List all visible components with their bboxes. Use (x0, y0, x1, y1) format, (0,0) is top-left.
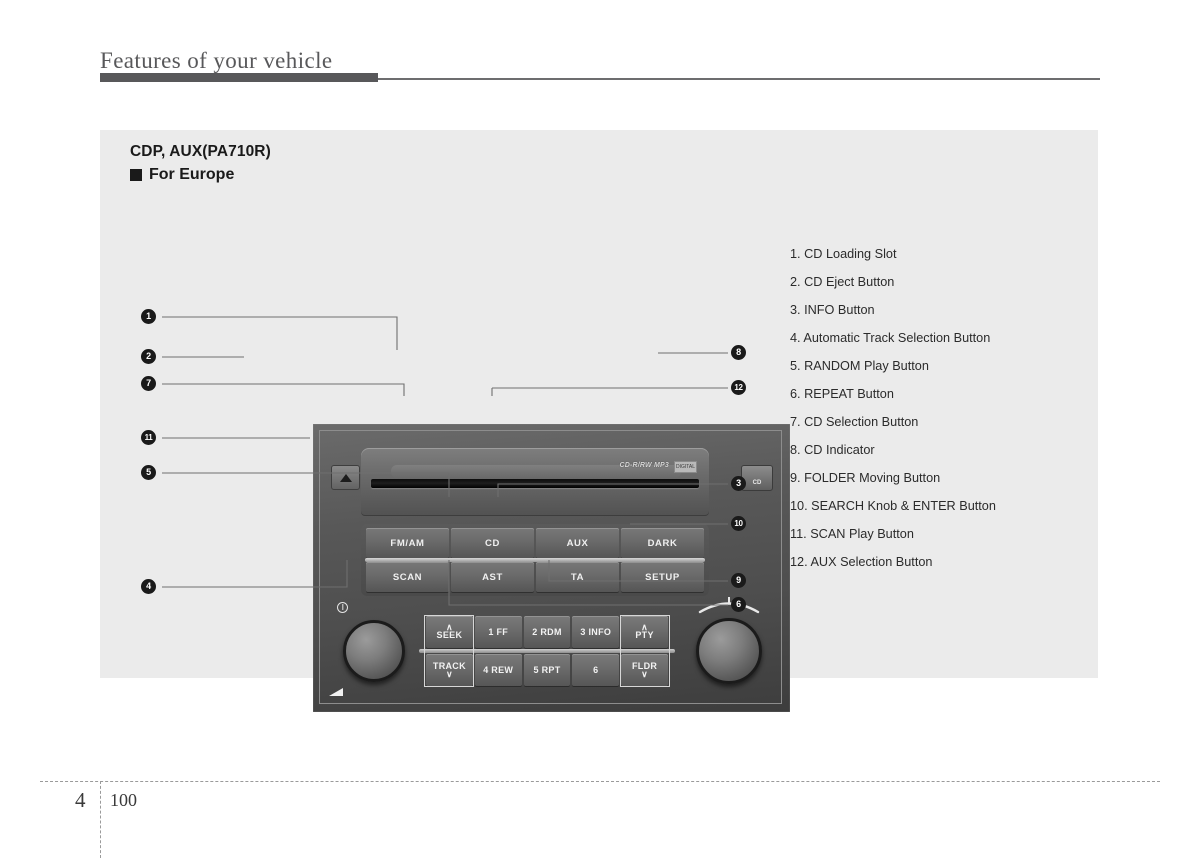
callout-marker-1: 1 (141, 309, 156, 324)
filled-square-bullet-icon (130, 169, 142, 181)
callout-marker-8: 8 (731, 345, 746, 360)
fm-am-button[interactable]: FM/AM (366, 528, 449, 558)
setup-button[interactable]: SETUP (621, 562, 704, 592)
callout-marker-4: 4 (141, 579, 156, 594)
preset-button-block: ∧ SEEK 1 FF 2 RDM 3 INFO ∧ PTY TRACK ∨ 4… (419, 615, 675, 688)
dark-button[interactable]: DARK (621, 528, 704, 558)
cd-media-format-label: CD-R/RW MP3 (619, 462, 669, 469)
section-title: CDP, AUX(PA710R) (130, 143, 271, 160)
volume-power-knob[interactable] (343, 620, 405, 682)
content-panel: CDP, AUX(PA710R) For Europe 1. CD Loadin… (100, 130, 1098, 712)
legend-item: 8. CD Indicator (790, 443, 875, 457)
subsection-heading: For Europe (130, 166, 234, 184)
preset-5-repeat-button[interactable]: 5 RPT (523, 654, 571, 686)
scan-play-button[interactable]: SCAN (366, 562, 449, 592)
source-button-row-bottom: SCAN AST TA SETUP (365, 562, 705, 592)
chapter-number: 4 (75, 788, 86, 812)
power-icon (337, 602, 348, 613)
legend-item: 10. SEARCH Knob & ENTER Button (790, 499, 996, 513)
preset-row-top: ∧ SEEK 1 FF 2 RDM 3 INFO ∧ PTY (425, 616, 669, 648)
legend-item: 12. AUX Selection Button (790, 555, 933, 569)
source-button-row-top: FM/AM CD AUX DARK (365, 528, 705, 558)
preset-1-ff-button[interactable]: 1 FF (474, 616, 522, 648)
cd-deck-bezel: CD-R/RW MP3 DIGITAL AUDIO (361, 448, 709, 516)
preset-block-divider (419, 649, 675, 653)
ta-button[interactable]: TA (536, 562, 619, 592)
cd-eject-button[interactable] (331, 465, 360, 490)
callout-marker-10: 10 (731, 516, 746, 531)
callout-marker-9: 9 (731, 573, 746, 588)
subsection-title: For Europe (149, 166, 235, 183)
footer-crop-rule-vertical (100, 781, 101, 858)
callout-marker-12: 12 (731, 380, 746, 395)
source-button-bank: FM/AM CD AUX DARK SCAN AST TA SETUP (361, 524, 709, 596)
legend-item: 11. SCAN Play Button (790, 527, 914, 541)
callout-marker-3: 3 (731, 476, 746, 491)
legend-item: 5. RANDOM Play Button (790, 359, 929, 373)
legend-item: 9. FOLDER Moving Button (790, 471, 941, 485)
ast-button[interactable]: AST (451, 562, 534, 592)
legend-item: 7. CD Selection Button (790, 415, 919, 429)
preset-4-rew-button[interactable]: 4 REW (474, 654, 522, 686)
legend-item: 3. INFO Button (790, 303, 875, 317)
page-header: Features of your vehicle (0, 0, 1200, 100)
callout-marker-7: 7 (141, 376, 156, 391)
preset-6-button[interactable]: 6 (572, 654, 620, 686)
preset-2-random-button[interactable]: 2 RDM (523, 616, 571, 648)
cd-selection-button[interactable]: CD (451, 528, 534, 558)
callout-marker-2: 2 (141, 349, 156, 364)
eject-triangle-icon (339, 473, 352, 482)
search-enter-knob[interactable] (696, 618, 762, 684)
preset-3-info-button[interactable]: 3 INFO (572, 616, 620, 648)
page-number: 100 (110, 790, 137, 810)
legend-list: 1. CD Loading Slot 2. CD Eject Button 3.… (790, 240, 1090, 576)
cd-loading-slot[interactable] (371, 479, 699, 488)
pty-button[interactable]: ∧ PTY (621, 616, 668, 648)
seek-up-button[interactable]: ∧ SEEK (426, 616, 473, 648)
legend-item: 2. CD Eject Button (790, 275, 895, 289)
aux-selection-button[interactable]: AUX (536, 528, 619, 558)
rotary-arc-icon (698, 597, 760, 614)
page-title: Features of your vehicle (100, 48, 333, 73)
header-accent-bar (100, 73, 378, 82)
cd-indicator: CD (741, 465, 773, 491)
footer-crop-rule-horizontal (40, 781, 1160, 782)
preset-row-bottom: TRACK ∨ 4 REW 5 RPT 6 FLDR ∨ (425, 654, 669, 686)
callout-marker-11: 11 (141, 430, 156, 445)
chevron-down-icon: ∨ (445, 669, 453, 679)
car-audio-head-unit: CD-R/RW MP3 DIGITAL AUDIO CD FM/AM CD AU… (313, 424, 790, 712)
legend-item: 1. CD Loading Slot (790, 247, 897, 261)
seek-label: SEEK (436, 630, 463, 640)
legend-item: 4. Automatic Track Selection Button (790, 331, 991, 345)
volume-triangle-icon (329, 688, 343, 696)
callout-marker-5: 5 (141, 465, 156, 480)
pty-label: PTY (635, 630, 654, 640)
header-rule (378, 78, 1100, 80)
radio-illustration: CD-R/RW MP3 DIGITAL AUDIO CD FM/AM CD AU… (213, 290, 793, 712)
folder-moving-button[interactable]: FLDR ∨ (621, 654, 668, 686)
legend-item: 6. REPEAT Button (790, 387, 894, 401)
track-down-button[interactable]: TRACK ∨ (426, 654, 473, 686)
callout-marker-6: 6 (731, 597, 746, 612)
chevron-down-icon: ∨ (641, 669, 649, 679)
compact-disc-logo-icon: DIGITAL AUDIO (674, 461, 697, 473)
cd-indicator-label: CD (752, 480, 762, 486)
